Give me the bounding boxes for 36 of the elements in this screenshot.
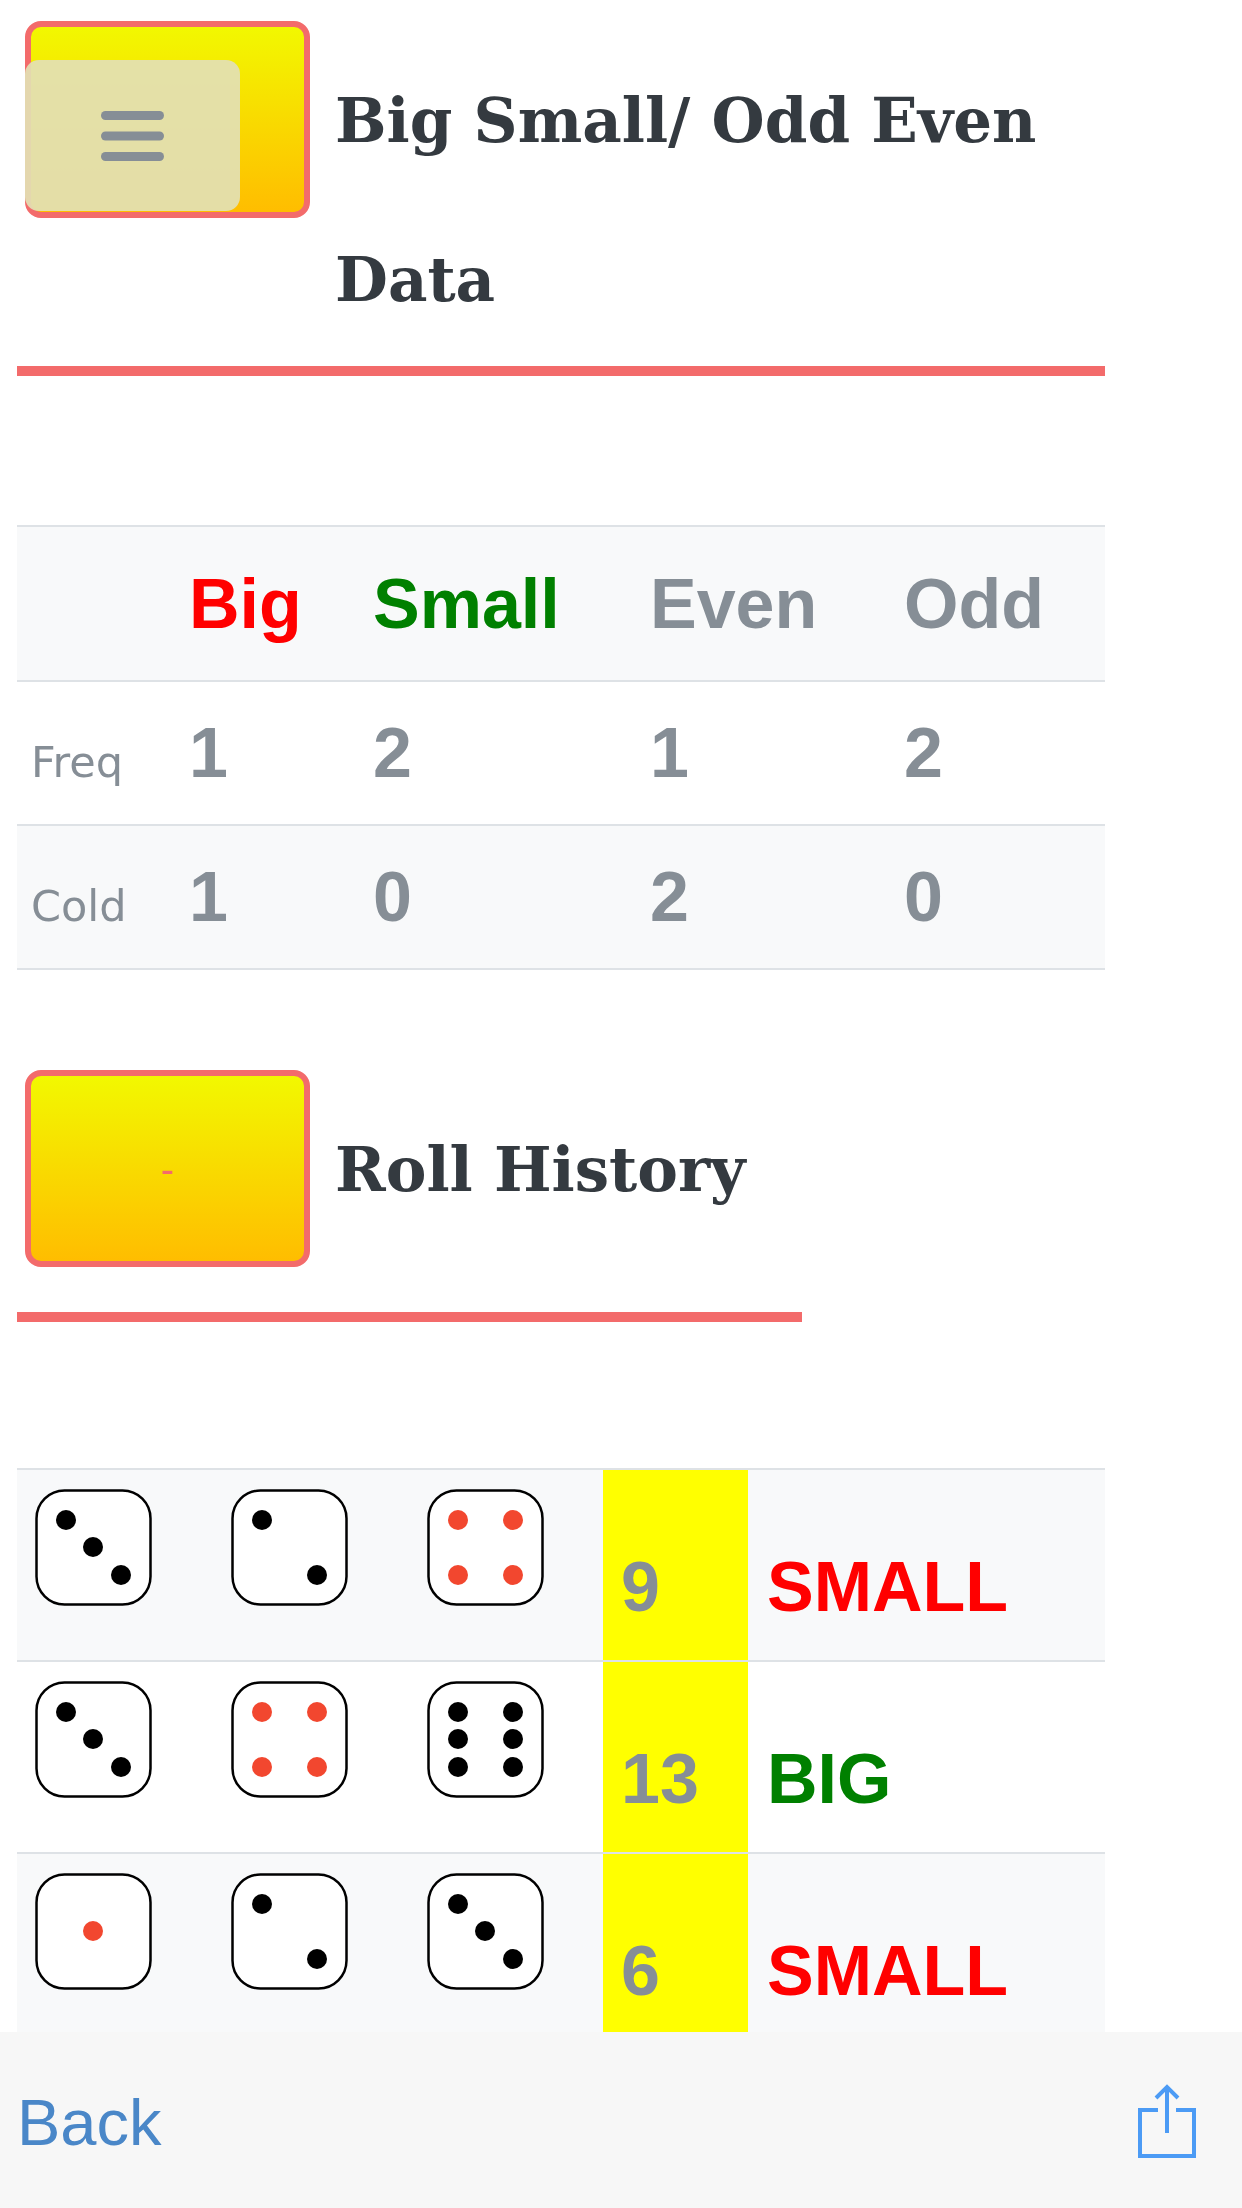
result-label: SMALL xyxy=(767,1552,1009,1622)
die-icon xyxy=(427,1681,544,1798)
menu-icon xyxy=(101,110,164,161)
die-icon xyxy=(427,1489,544,1606)
row-label: Freq xyxy=(31,736,124,789)
table-cell-text: 1 xyxy=(189,857,228,938)
share-icon[interactable] xyxy=(1137,2082,1197,2158)
column-header: Big xyxy=(189,563,302,645)
sum-cell: 9 xyxy=(603,1470,748,1660)
section-title: Roll History xyxy=(335,1133,746,1207)
result-label: BIG xyxy=(767,1744,892,1814)
row-label: Cold xyxy=(31,880,127,933)
column-header: Small xyxy=(373,563,560,645)
back-link[interactable]: Back xyxy=(17,2085,162,2161)
menu-button[interactable] xyxy=(25,60,240,211)
column-header: Odd xyxy=(904,563,1044,645)
die-icon xyxy=(231,1681,348,1798)
table-cell-text: 0 xyxy=(373,857,412,938)
die-icon xyxy=(35,1489,152,1606)
result-label: SMALL xyxy=(767,1936,1009,2006)
die-icon xyxy=(427,1873,544,1990)
sum-cell: 13 xyxy=(603,1662,748,1852)
table-cell-text: 2 xyxy=(373,713,412,794)
table-cell-text: 0 xyxy=(904,857,943,938)
die-icon xyxy=(35,1681,152,1798)
die-icon xyxy=(231,1873,348,1990)
table-cell-text: 2 xyxy=(650,857,689,938)
die-icon xyxy=(35,1873,152,1990)
die-icon xyxy=(231,1489,348,1606)
table-cell-text: 1 xyxy=(650,713,689,794)
toggle-button[interactable]: - xyxy=(25,1070,310,1267)
section-title: Big Small/ Odd Even Data xyxy=(335,84,1038,317)
column-header: Even xyxy=(650,563,818,645)
table-cell-text: 2 xyxy=(904,713,943,794)
sum-cell: 6 xyxy=(603,1854,748,2032)
table-cell-text: 1 xyxy=(189,713,228,794)
